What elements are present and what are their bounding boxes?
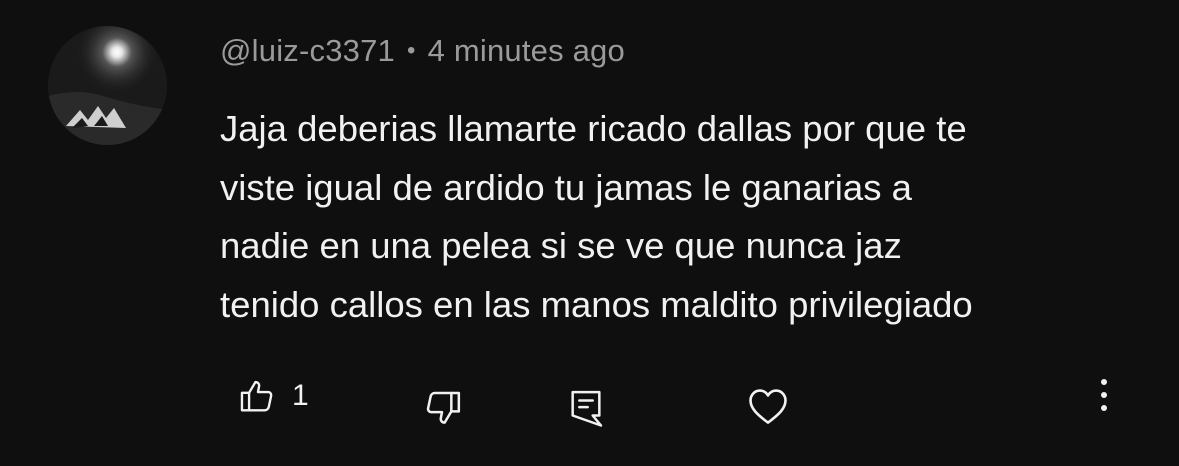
comment-text-line: viste igual de ardido tu jamas le ganari…	[220, 166, 912, 208]
heart-icon	[747, 386, 789, 426]
like-button[interactable]: 1	[238, 377, 309, 415]
comment-text-line: Jaja deberias llamarte ricado dallas por…	[220, 108, 967, 149]
comment-meta: @luiz-c3371 • 4 minutes ago	[220, 28, 625, 74]
dislike-button[interactable]	[423, 388, 463, 428]
meta-separator: •	[406, 37, 416, 64]
comment-text-line: tenido callos en las manos maldito privi…	[220, 283, 973, 325]
reply-button[interactable]	[566, 387, 606, 429]
heart-button[interactable]	[747, 386, 789, 426]
reply-icon	[566, 387, 606, 429]
author-handle[interactable]: @luiz-c3371	[220, 33, 395, 69]
avatar[interactable]	[48, 26, 167, 145]
more-options-button[interactable]	[1092, 376, 1116, 414]
thumbs-up-icon	[238, 377, 276, 415]
comment-text-line: nadie en una pelea si se ve que nunca ja…	[220, 225, 902, 266]
comment-text: Jaja deberias llamarte ricado dallas por…	[220, 100, 1150, 334]
comment-timestamp[interactable]: 4 minutes ago	[428, 33, 625, 69]
more-vertical-icon	[1092, 376, 1116, 414]
thumbs-down-icon	[423, 388, 463, 428]
like-count: 1	[292, 379, 309, 412]
